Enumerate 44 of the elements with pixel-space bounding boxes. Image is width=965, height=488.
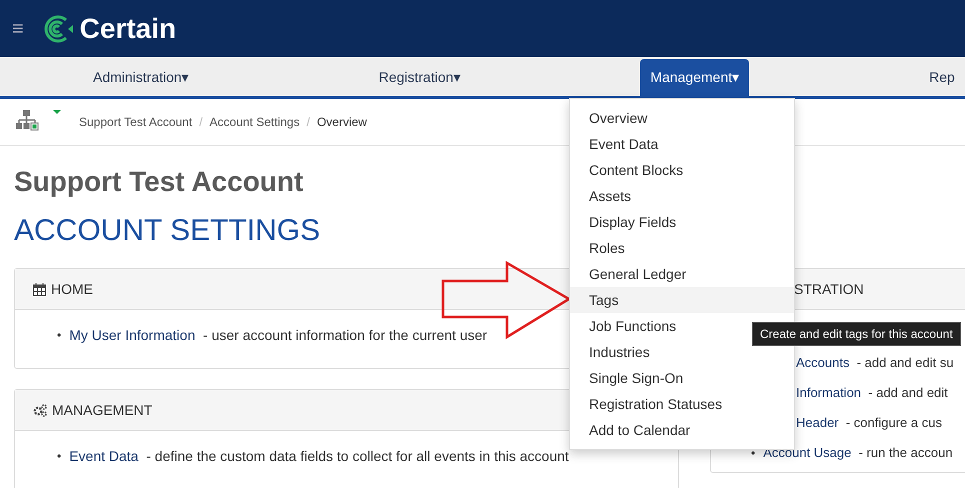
- menu-item[interactable]: Single Sign-On: [570, 365, 794, 391]
- breadcrumb-link[interactable]: Overview: [316, 115, 367, 129]
- section-title: ACCOUNT SETTINGS: [14, 214, 320, 248]
- setting-description: Accounts - add and edit su: [796, 354, 954, 372]
- calendar-icon: [33, 282, 46, 296]
- menu-item[interactable]: Display Fields: [570, 209, 794, 235]
- menu-item[interactable]: Roles: [570, 235, 794, 261]
- menu-icon[interactable]: ≡: [12, 18, 24, 38]
- breadcrumb-separator: /: [306, 115, 310, 129]
- menu-item[interactable]: General Ledger: [570, 261, 794, 287]
- setting-link[interactable]: Header: [796, 415, 839, 430]
- setting-link[interactable]: Accounts: [796, 355, 850, 370]
- menu-item[interactable]: Content Blocks: [570, 157, 794, 183]
- setting-link[interactable]: Information: [796, 385, 862, 400]
- menu-item[interactable]: Tags: [570, 287, 794, 313]
- logo-text: Certain: [80, 12, 176, 44]
- nav-tab[interactable]: Rep: [919, 59, 965, 96]
- menu-item[interactable]: Add to Calendar: [570, 417, 794, 443]
- setting-description: Event Data - define the custom data fields to collect for all events in this account: [69, 447, 569, 466]
- setting-link[interactable]: My User Information: [69, 327, 196, 343]
- setting-link[interactable]: Account Usage: [763, 445, 852, 460]
- setting-description: My User Information - user account information for the current user: [69, 326, 488, 345]
- menu-item[interactable]: Assets: [570, 183, 794, 209]
- breadcrumb-link[interactable]: Account Settings: [210, 115, 300, 129]
- setting-description: Header - configure a cus: [796, 414, 942, 432]
- nav-tab[interactable]: Management▾: [640, 59, 750, 96]
- breadcrumb-separator: /: [199, 115, 203, 129]
- setting-description: Information - add and edit: [796, 384, 948, 402]
- nav-tab[interactable]: Registration▾: [368, 59, 470, 96]
- page-title: Support Test Account: [14, 166, 304, 198]
- nav-tab[interactable]: Administration▾: [83, 59, 199, 96]
- menu-item[interactable]: Registration Statuses: [570, 391, 794, 417]
- setting-link[interactable]: Event Data: [69, 448, 138, 464]
- card-title: HOME: [51, 281, 93, 297]
- card-title: MANAGEMENT: [52, 402, 152, 418]
- tooltip: Create and edit tags for this account: [752, 322, 961, 346]
- bullet: •: [57, 448, 62, 465]
- bullet: •: [57, 327, 62, 344]
- setting-description: Account Usage - run the accoun: [763, 444, 953, 462]
- card-title: STRATION: [794, 281, 864, 297]
- menu-item[interactable]: Overview: [570, 105, 794, 131]
- breadcrumb-link[interactable]: Support Test Account: [79, 115, 192, 129]
- menu-item[interactable]: Event Data: [570, 131, 794, 157]
- bullet: •: [751, 445, 756, 462]
